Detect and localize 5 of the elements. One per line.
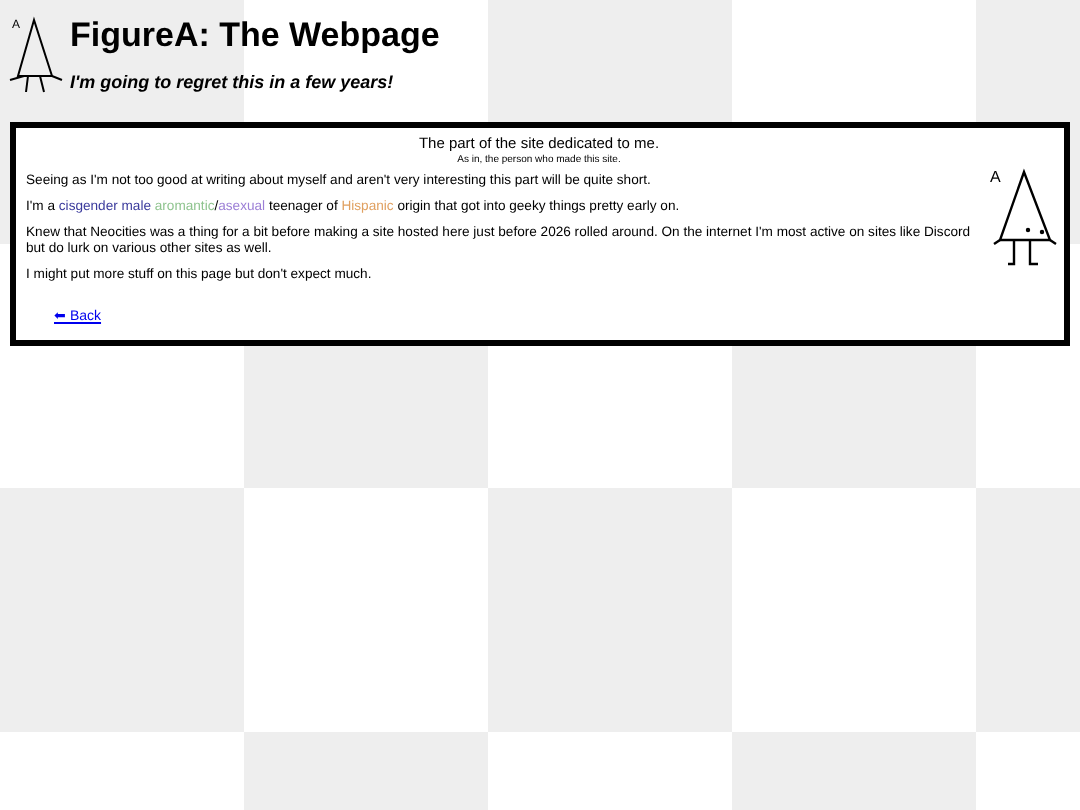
page-title: FigureA: The Webpage	[70, 16, 440, 56]
triangle-figure-icon	[992, 168, 1058, 266]
figure-logo-icon	[9, 16, 63, 93]
page-subtitle: I'm going to regret this in a few years!	[70, 72, 396, 92]
figure-letter: A	[990, 168, 1001, 186]
